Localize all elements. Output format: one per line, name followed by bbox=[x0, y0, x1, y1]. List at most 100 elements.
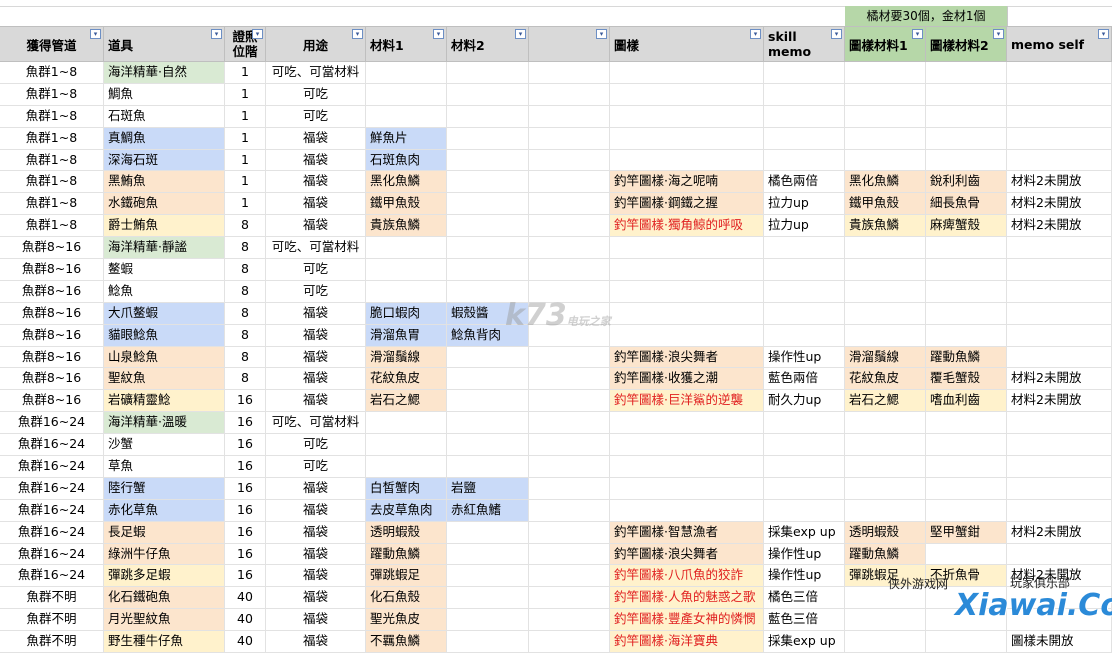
table-cell[interactable] bbox=[447, 83, 529, 105]
table-cell[interactable] bbox=[845, 302, 926, 324]
table-cell[interactable] bbox=[529, 346, 610, 368]
header-cell[interactable]: 圖樣 ▾ bbox=[610, 26, 764, 62]
table-cell[interactable]: 福袋 bbox=[266, 609, 366, 631]
table-cell[interactable]: 操作性up bbox=[764, 543, 845, 565]
table-cell[interactable] bbox=[1007, 346, 1112, 368]
table-cell[interactable] bbox=[1007, 412, 1112, 434]
table-cell[interactable]: 釣竿圖樣·八爪魚的狡詐 bbox=[610, 565, 764, 587]
table-cell[interactable] bbox=[529, 477, 610, 499]
table-cell[interactable] bbox=[926, 127, 1007, 149]
table-cell[interactable]: 透明蝦殼 bbox=[366, 521, 447, 543]
filter-dropdown-icon[interactable]: ▾ bbox=[831, 29, 842, 39]
filter-dropdown-icon[interactable]: ▾ bbox=[515, 29, 526, 39]
table-cell[interactable]: 魚群1~8 bbox=[0, 215, 104, 237]
table-cell[interactable] bbox=[1007, 83, 1112, 105]
table-cell[interactable]: 聖光魚皮 bbox=[366, 609, 447, 631]
table-cell[interactable] bbox=[529, 412, 610, 434]
table-cell[interactable]: 16 bbox=[225, 521, 266, 543]
table-cell[interactable] bbox=[764, 456, 845, 477]
table-cell[interactable] bbox=[926, 499, 1007, 521]
table-cell[interactable]: 藍色三倍 bbox=[764, 609, 845, 631]
table-cell[interactable] bbox=[366, 434, 447, 456]
table-cell[interactable]: 魚群1~8 bbox=[0, 193, 104, 215]
table-cell[interactable]: 魚群8~16 bbox=[0, 368, 104, 390]
table-cell[interactable]: 1 bbox=[225, 193, 266, 215]
table-cell[interactable]: 魚群8~16 bbox=[0, 302, 104, 324]
table-cell[interactable]: 海洋精華·自然 bbox=[104, 62, 225, 83]
table-cell[interactable] bbox=[845, 477, 926, 499]
table-cell[interactable] bbox=[529, 62, 610, 83]
table-cell[interactable] bbox=[1007, 477, 1112, 499]
table-cell[interactable]: 彈跳多足蝦 bbox=[104, 565, 225, 587]
table-cell[interactable] bbox=[366, 62, 447, 83]
table-cell[interactable]: 魚群不明 bbox=[0, 609, 104, 631]
table-cell[interactable]: 福袋 bbox=[266, 302, 366, 324]
table-cell[interactable]: 魚群1~8 bbox=[0, 105, 104, 127]
table-cell[interactable]: 可吃 bbox=[266, 434, 366, 456]
header-cell[interactable]: 圖樣材料2 ▾ bbox=[926, 26, 1007, 62]
table-cell[interactable]: 釣竿圖樣·鋼鐵之握 bbox=[610, 193, 764, 215]
table-cell[interactable]: 花紋魚皮 bbox=[845, 368, 926, 390]
table-cell[interactable]: 可吃、可當材料 bbox=[266, 412, 366, 434]
table-cell[interactable]: 福袋 bbox=[266, 499, 366, 521]
table-cell[interactable] bbox=[447, 237, 529, 259]
header-cell[interactable]: 圖樣材料1 ▾ bbox=[845, 26, 926, 62]
table-cell[interactable] bbox=[926, 237, 1007, 259]
table-cell[interactable] bbox=[447, 193, 529, 215]
table-cell[interactable]: 魚群8~16 bbox=[0, 237, 104, 259]
table-cell[interactable]: 聖紋魚 bbox=[104, 368, 225, 390]
table-cell[interactable] bbox=[529, 215, 610, 237]
filter-dropdown-icon[interactable]: ▾ bbox=[252, 29, 263, 39]
table-cell[interactable]: 可吃 bbox=[266, 456, 366, 477]
filter-dropdown-icon[interactable]: ▾ bbox=[912, 29, 923, 39]
table-cell[interactable] bbox=[845, 324, 926, 346]
filter-dropdown-icon[interactable]: ▾ bbox=[433, 29, 444, 39]
table-cell[interactable] bbox=[447, 215, 529, 237]
table-cell[interactable]: 鮮魚片 bbox=[366, 127, 447, 149]
table-cell[interactable]: 滑溜魚胃 bbox=[366, 324, 447, 346]
table-cell[interactable]: 魚群不明 bbox=[0, 587, 104, 609]
table-cell[interactable] bbox=[366, 237, 447, 259]
table-cell[interactable]: 嗜血利齒 bbox=[926, 390, 1007, 412]
table-cell[interactable] bbox=[610, 324, 764, 346]
table-cell[interactable]: 彈跳蝦足 bbox=[366, 565, 447, 587]
table-cell[interactable] bbox=[610, 127, 764, 149]
table-cell[interactable] bbox=[845, 83, 926, 105]
table-cell[interactable]: 可吃、可當材料 bbox=[266, 62, 366, 83]
table-cell[interactable]: 拉力up bbox=[764, 193, 845, 215]
table-cell[interactable] bbox=[610, 477, 764, 499]
table-cell[interactable]: 8 bbox=[225, 368, 266, 390]
table-cell[interactable]: 長足蝦 bbox=[104, 521, 225, 543]
table-cell[interactable]: 魚群1~8 bbox=[0, 149, 104, 171]
table-cell[interactable]: 可吃 bbox=[266, 83, 366, 105]
table-cell[interactable]: 滑溜鬚線 bbox=[366, 346, 447, 368]
table-cell[interactable]: 福袋 bbox=[266, 631, 366, 653]
table-cell[interactable]: 福袋 bbox=[266, 193, 366, 215]
table-cell[interactable] bbox=[610, 412, 764, 434]
table-cell[interactable]: 脆口蝦肉 bbox=[366, 302, 447, 324]
table-cell[interactable] bbox=[1007, 105, 1112, 127]
table-cell[interactable] bbox=[447, 434, 529, 456]
table-cell[interactable] bbox=[1007, 62, 1112, 83]
table-cell[interactable]: 材料2未開放 bbox=[1007, 368, 1112, 390]
table-cell[interactable]: 圖樣未開放 bbox=[1007, 631, 1112, 653]
filter-dropdown-icon[interactable]: ▾ bbox=[1098, 29, 1109, 39]
table-cell[interactable] bbox=[764, 477, 845, 499]
table-cell[interactable]: 操作性up bbox=[764, 346, 845, 368]
table-cell[interactable] bbox=[529, 368, 610, 390]
table-cell[interactable]: 魚群8~16 bbox=[0, 259, 104, 280]
table-cell[interactable] bbox=[1007, 237, 1112, 259]
table-cell[interactable]: 8 bbox=[225, 259, 266, 280]
table-cell[interactable]: 魚群16~24 bbox=[0, 499, 104, 521]
table-cell[interactable] bbox=[764, 83, 845, 105]
table-cell[interactable]: 黑化魚鱗 bbox=[366, 171, 447, 193]
table-cell[interactable] bbox=[366, 105, 447, 127]
table-cell[interactable] bbox=[1007, 127, 1112, 149]
table-cell[interactable] bbox=[610, 302, 764, 324]
table-cell[interactable] bbox=[764, 324, 845, 346]
table-cell[interactable] bbox=[366, 259, 447, 280]
table-cell[interactable] bbox=[610, 149, 764, 171]
table-cell[interactable] bbox=[1007, 456, 1112, 477]
table-cell[interactable]: 材料2未開放 bbox=[1007, 215, 1112, 237]
table-cell[interactable]: 魚群16~24 bbox=[0, 521, 104, 543]
